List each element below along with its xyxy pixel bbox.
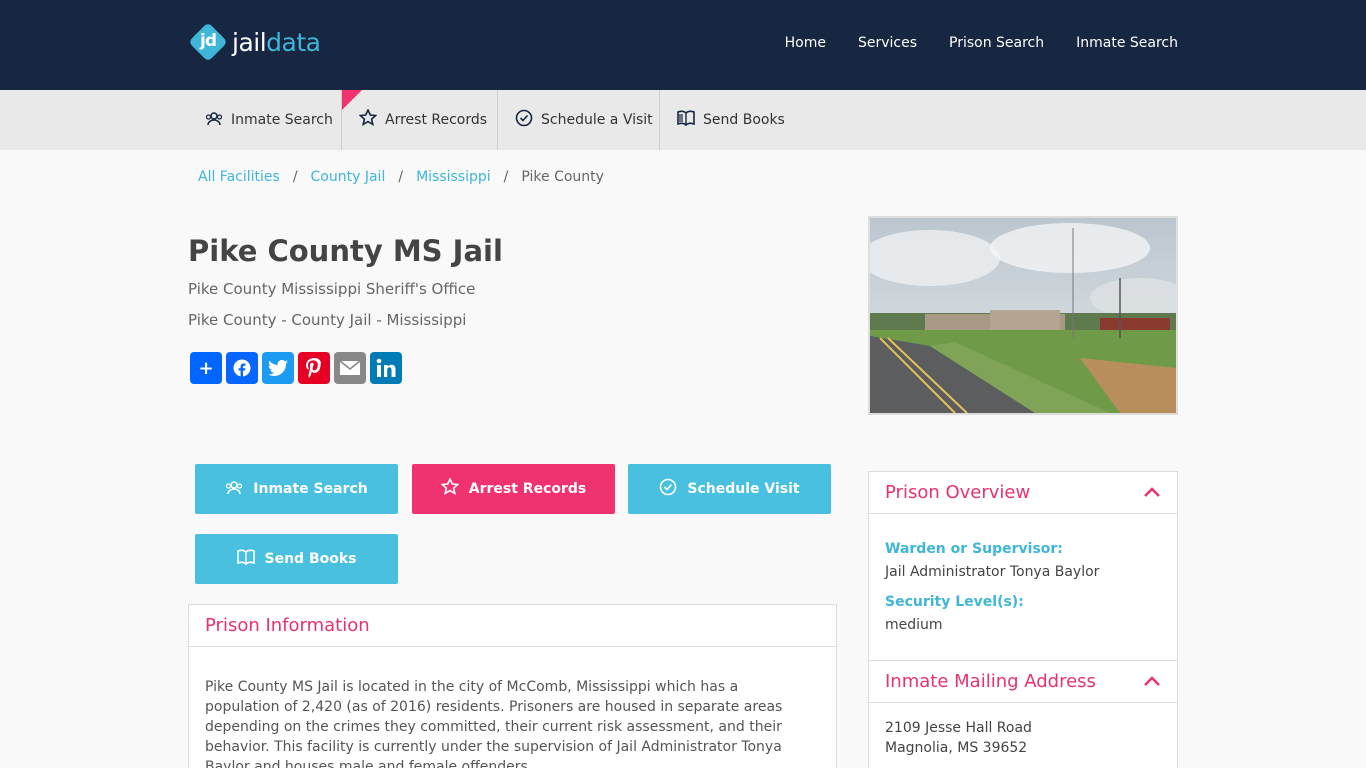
main-nav: Home Services Prison Search Inmate Searc…: [785, 35, 1178, 51]
arrest-records-button[interactable]: Arrest Records: [412, 464, 615, 514]
site-logo[interactable]: jd jaildata: [188, 22, 321, 62]
inmate-search-button[interactable]: Inmate Search: [195, 464, 398, 514]
breadcrumb-all-facilities[interactable]: All Facilities: [198, 169, 280, 185]
book-icon: [677, 110, 695, 130]
subnav-label: Send Books: [703, 112, 785, 128]
divider: [497, 90, 498, 150]
prison-overview-panel: Prison Overview Warden or Supervisor: Ja…: [868, 471, 1178, 661]
divider: [659, 90, 660, 150]
prison-overview-toggle[interactable]: Prison Overview: [869, 472, 1177, 514]
breadcrumb-county-jail[interactable]: County Jail: [311, 169, 386, 185]
warden-value: Jail Administrator Tonya Baylor: [885, 564, 1100, 580]
chevron-up-icon: [1143, 671, 1161, 692]
star-badge-icon: [440, 477, 460, 500]
share-linkedin-button[interactable]: [370, 352, 402, 384]
top-header: jd jaildata Home Services Prison Search …: [0, 0, 1366, 90]
subnav-label: Inmate Search: [231, 112, 333, 128]
subnav-schedule-visit[interactable]: Schedule a Visit: [515, 90, 653, 150]
share-bar: +: [190, 352, 402, 384]
prison-information-panel: Prison Information Pike County MS Jail i…: [188, 604, 837, 768]
send-books-button[interactable]: Send Books: [195, 534, 398, 584]
page-category: Pike County - County Jail - Mississippi: [188, 311, 467, 329]
facility-photo: [868, 216, 1178, 415]
nav-home-link[interactable]: Home: [785, 35, 826, 51]
linkedin-icon: [376, 358, 396, 377]
subnav-label: Arrest Records: [385, 112, 488, 128]
breadcrumb-current: Pike County: [521, 169, 604, 185]
facebook-icon: [233, 359, 251, 377]
share-add-button[interactable]: +: [190, 352, 222, 384]
subnav-inmate-search[interactable]: Inmate Search: [205, 90, 333, 150]
star-badge-icon: [358, 108, 378, 131]
clock-icon: [659, 478, 677, 500]
users-icon: [225, 480, 243, 499]
address-line2: Magnolia, MS 39652: [885, 740, 1028, 756]
address-line1: 2109 Jesse Hall Road: [885, 720, 1032, 736]
email-icon: [339, 360, 361, 375]
panel-heading: Prison Information: [189, 605, 836, 647]
share-email-button[interactable]: [334, 352, 366, 384]
logo-mark-icon: jd: [188, 22, 228, 62]
sub-nav: Inmate Search Arrest Records Schedule a …: [0, 90, 1366, 150]
subnav-send-books[interactable]: Send Books: [677, 90, 785, 150]
logo-wordmark: jaildata: [232, 27, 321, 57]
mailing-address-toggle[interactable]: Inmate Mailing Address: [869, 661, 1177, 703]
users-icon: [205, 111, 223, 130]
breadcrumb: All Facilities / County Jail / Mississip…: [198, 169, 604, 185]
plus-icon: +: [198, 357, 214, 379]
share-pinterest-button[interactable]: [298, 352, 330, 384]
chevron-up-icon: [1143, 482, 1161, 503]
share-facebook-button[interactable]: [226, 352, 258, 384]
nav-services-link[interactable]: Services: [858, 35, 917, 51]
page-title: Pike County MS Jail: [188, 234, 503, 268]
security-label: Security Level(s):: [885, 594, 1024, 610]
divider: [341, 90, 342, 150]
subnav-arrest-records[interactable]: Arrest Records: [358, 90, 488, 150]
clock-icon: [515, 109, 533, 131]
subnav-label: Schedule a Visit: [541, 112, 653, 128]
security-value: medium: [885, 617, 943, 633]
breadcrumb-mississippi[interactable]: Mississippi: [416, 169, 491, 185]
prison-description: Pike County MS Jail is located in the ci…: [205, 679, 783, 768]
book-icon: [236, 549, 255, 569]
mailing-address-panel: Inmate Mailing Address 2109 Jesse Hall R…: [868, 660, 1178, 768]
pinterest-icon: [306, 358, 321, 378]
nav-inmate-search-link[interactable]: Inmate Search: [1076, 35, 1178, 51]
page-subtitle: Pike County Mississippi Sheriff's Office: [188, 280, 476, 298]
share-twitter-button[interactable]: [262, 352, 294, 384]
nav-prison-search-link[interactable]: Prison Search: [949, 35, 1044, 51]
twitter-icon: [268, 360, 288, 376]
schedule-visit-button[interactable]: Schedule Visit: [628, 464, 831, 514]
warden-label: Warden or Supervisor:: [885, 541, 1063, 557]
